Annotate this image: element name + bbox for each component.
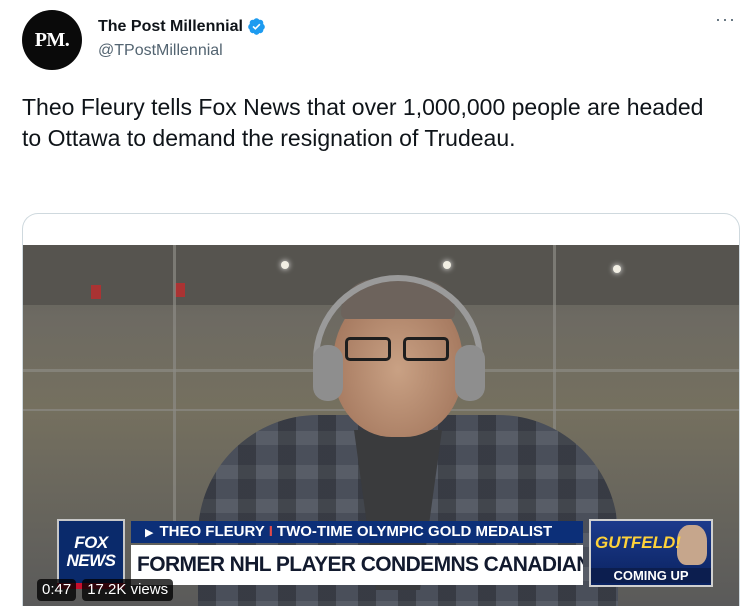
headphone-earcup xyxy=(313,345,343,401)
headphone-earcup xyxy=(455,345,485,401)
exit-sign xyxy=(91,285,101,299)
ceiling-light xyxy=(443,261,451,269)
promo-subtitle: COMING UP xyxy=(591,568,711,583)
chyron-separator: I xyxy=(268,523,273,540)
promo-box: GUTFELD! COMING UP xyxy=(589,519,713,587)
guest-title: TWO-TIME OLYMPIC GOLD MEDALIST xyxy=(276,523,553,540)
video-timestamp: 0:47 xyxy=(37,579,77,601)
tweet-text: Theo Fleury tells Fox News that over 1,0… xyxy=(22,94,704,151)
exit-sign xyxy=(175,283,185,297)
handle[interactable]: @TPostMillennial xyxy=(98,42,223,60)
video-player[interactable]: FOX NEWS ▶ THEO FLEURY I TWO-TIME OLYMPIC G… xyxy=(23,245,739,606)
video-badges: 0:47 17.2K views xyxy=(37,579,174,601)
ceiling-light xyxy=(281,261,289,269)
fox-news-logo: FOX NEWS xyxy=(57,519,125,585)
glasses xyxy=(345,337,451,363)
video-views: 17.2K views xyxy=(82,579,174,601)
chyron-headline: FORMER NHL PLAYER CONDEMNS CANADIAN COVI… xyxy=(131,545,583,585)
display-name[interactable]: The Post Millennial xyxy=(98,18,243,36)
verified-badge-icon xyxy=(248,18,265,35)
tweet-header: PM. The Post Millennial @TPostMillennial… xyxy=(22,8,742,70)
guest-name: THEO FLEURY xyxy=(159,523,265,540)
more-options-icon[interactable]: ··· xyxy=(715,10,736,28)
media-container[interactable]: FOX NEWS ▶ THEO FLEURY I TWO-TIME OLYMPIC G… xyxy=(22,213,740,606)
glass-frame xyxy=(173,245,176,525)
avatar[interactable]: PM. xyxy=(22,10,82,70)
chyron-name-bar: ▶ THEO FLEURY I TWO-TIME OLYMPIC GOLD MEDAL… xyxy=(131,521,583,543)
promo-title: GUTFELD! xyxy=(595,533,681,552)
ceiling-light xyxy=(613,265,621,273)
play-arrow-icon: ▶ xyxy=(145,527,154,539)
promo-host-face xyxy=(677,525,707,565)
name-row: The Post Millennial xyxy=(98,17,266,36)
